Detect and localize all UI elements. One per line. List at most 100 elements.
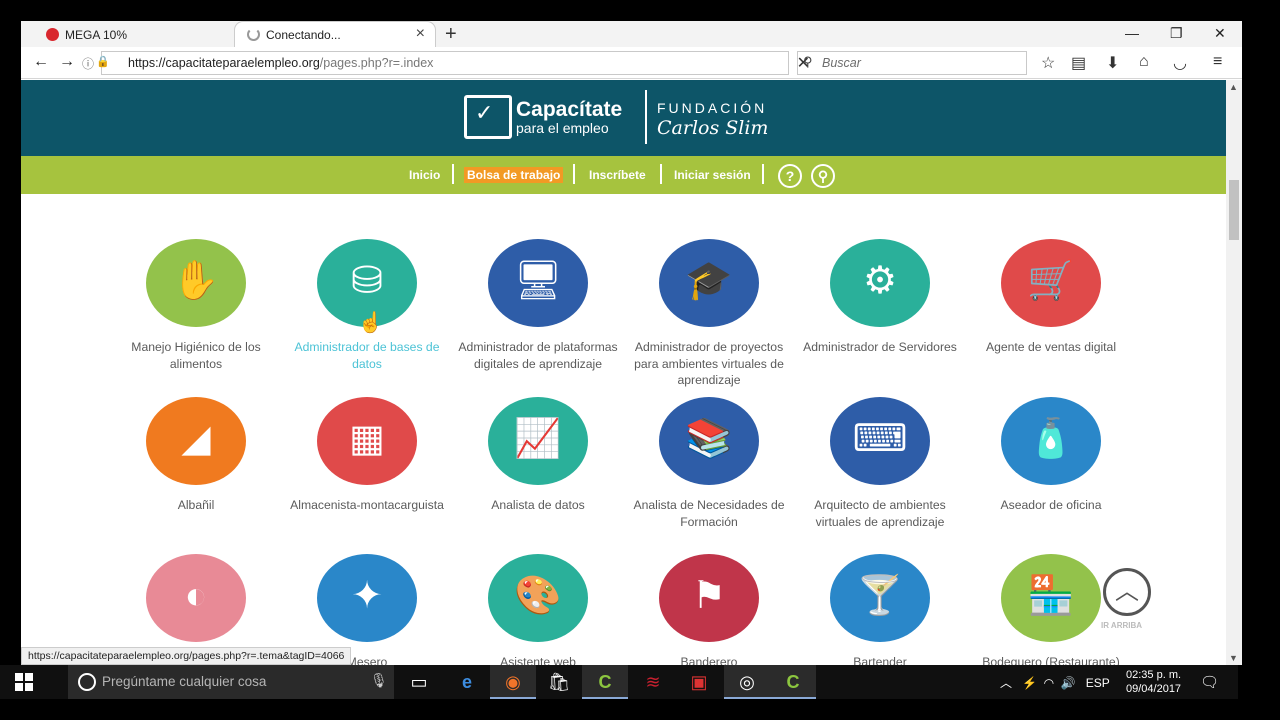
course-label[interactable]: Aseador de oficina	[966, 497, 1136, 514]
wifi-icon[interactable]: ◠	[1044, 676, 1054, 690]
course-icon-circle[interactable]: ◢	[146, 397, 246, 485]
course-icon-circle[interactable]: ✋	[146, 239, 246, 327]
course-icon-circle[interactable]: 🍸	[830, 554, 930, 642]
course-card[interactable]: 🖥 Administrador de plataformas digitales …	[453, 239, 623, 372]
volume-icon[interactable]: 🔊	[1061, 676, 1076, 690]
course-card[interactable]: ⚑ Banderero	[624, 554, 794, 665]
language-indicator[interactable]: ESP	[1086, 676, 1110, 690]
menu-bolsa-de-trabajo[interactable]: Bolsa de trabajo	[464, 167, 564, 183]
cortana-search[interactable]: Pregúntame cualquier cosa 🎙	[68, 665, 394, 699]
info-icon[interactable]: ⓘ	[82, 55, 94, 72]
notification-icon[interactable]: 🗨	[1200, 673, 1219, 691]
bookmark-star-icon[interactable]: ☆	[1041, 53, 1055, 73]
course-card[interactable]: ⚙ Administrador de Servidores	[795, 239, 965, 356]
course-label[interactable]: Almacenista-montacarguista	[282, 497, 452, 514]
course-icon-circle[interactable]: 🎨	[488, 554, 588, 642]
course-icon-circle[interactable]: ✦	[317, 554, 417, 642]
reading-list-icon[interactable]: ▤	[1071, 53, 1086, 73]
forward-icon[interactable]: →	[59, 53, 75, 71]
course-card[interactable]: ◢ Albañil	[111, 397, 281, 514]
course-card[interactable]: 🎓 Administrador de proyectos para ambient…	[624, 239, 794, 389]
search-input[interactable]: ⚲ Buscar	[797, 51, 1027, 75]
course-label[interactable]: Bodeguero (Restaurante)	[966, 654, 1136, 665]
close-icon[interactable]: ×	[416, 26, 425, 42]
url-bar[interactable]: ⓘ 🔒 https://capacitateparaelempleo.org/p…	[82, 51, 810, 75]
course-card[interactable]: ⛁ Administrador de bases de datos	[282, 239, 452, 372]
course-label[interactable]: Asistente web	[453, 654, 623, 665]
course-label[interactable]: Agente de ventas digital	[966, 339, 1136, 356]
course-card[interactable]: 📈 Analista de datos	[453, 397, 623, 514]
course-icon-circle[interactable]: ⌨	[830, 397, 930, 485]
record-icon[interactable]: ◎	[724, 665, 770, 699]
makeup-compact-icon: ◐	[184, 575, 208, 617]
course-label[interactable]: Analista de Necesidades de Formación	[624, 497, 794, 530]
course-label[interactable]: Administrador de bases de datos	[282, 339, 452, 372]
course-card[interactable]: ⌨ Arquitecto de ambientes virtuales de ap…	[795, 397, 965, 530]
menu-inscribete[interactable]: Inscríbete	[589, 168, 646, 182]
edge-icon[interactable]: e	[444, 665, 490, 699]
course-icon-circle[interactable]: 🧴	[1001, 397, 1101, 485]
course-icon-circle[interactable]: 🖥	[488, 239, 588, 327]
course-card[interactable]: 🎨 Asistente web	[453, 554, 623, 665]
course-card[interactable]: ✋ Manejo Higiénico de los alimentos	[111, 239, 281, 372]
tab-conectando[interactable]: Conectando... ×	[235, 22, 435, 47]
scrollbar-thumb[interactable]	[1229, 180, 1239, 240]
menu-icon[interactable]: ≡	[1213, 53, 1222, 71]
course-card[interactable]: 🧴 Aseador de oficina	[966, 397, 1136, 514]
store-icon[interactable]: 🛍	[536, 665, 582, 699]
new-tab-icon[interactable]: +	[445, 23, 457, 46]
back-icon[interactable]: ←	[33, 53, 49, 71]
logo-title[interactable]: Capacítate	[516, 98, 622, 122]
network-icon[interactable]: ⚡	[1022, 676, 1037, 690]
scroll-up-icon[interactable]: ▲	[1229, 82, 1238, 92]
course-icon-circle[interactable]: ▦	[317, 397, 417, 485]
course-icon-circle[interactable]: 🛒	[1001, 239, 1101, 327]
course-icon-circle[interactable]: ◐	[146, 554, 246, 642]
home-icon[interactable]: ⌂	[1139, 53, 1149, 71]
course-icon-circle[interactable]: 🏪	[1001, 554, 1101, 642]
app-icon[interactable]: ≋	[630, 665, 676, 699]
windows-start-icon[interactable]	[14, 672, 34, 692]
help-icon[interactable]: ?	[778, 164, 802, 188]
scroll-top-icon[interactable]: ︿	[1103, 568, 1151, 616]
course-icon-circle[interactable]: ⚑	[659, 554, 759, 642]
course-label[interactable]: Analista de datos	[453, 497, 623, 514]
course-label[interactable]: Manejo Higiénico de los alimentos	[111, 339, 281, 372]
pocket-icon[interactable]: ◡	[1173, 53, 1187, 73]
course-card[interactable]: ◐	[111, 554, 281, 654]
minimize-icon[interactable]: —	[1125, 25, 1139, 41]
servers-icon: ⚙	[862, 260, 898, 302]
course-label[interactable]: Banderero	[624, 654, 794, 665]
course-label[interactable]: Administrador de Servidores	[795, 339, 965, 356]
window-close-icon[interactable]: ✕	[1214, 25, 1226, 42]
course-icon-circle[interactable]: 📚	[659, 397, 759, 485]
course-label[interactable]: Administrador de plataformas digitales d…	[453, 339, 623, 372]
app-icon[interactable]: ▣	[676, 665, 722, 699]
course-icon-circle[interactable]: ⚙	[830, 239, 930, 327]
course-label[interactable]: Albañil	[111, 497, 281, 514]
chevron-up-icon[interactable]: ︿	[1000, 676, 1012, 690]
course-label[interactable]: Administrador de proyectos para ambiente…	[624, 339, 794, 389]
course-card[interactable]: ▦ Almacenista-montacarguista	[282, 397, 452, 514]
camtasia-icon[interactable]: C	[582, 665, 628, 699]
firefox-icon[interactable]: ◉	[490, 665, 536, 699]
tab-mega[interactable]: MEGA 10% ×	[37, 22, 257, 47]
menu-iniciar-sesion[interactable]: Iniciar sesión	[674, 168, 751, 182]
download-icon[interactable]: ⬇	[1106, 53, 1119, 73]
task-view-icon[interactable]: ▭	[396, 665, 442, 699]
microphone-icon[interactable]: 🎙	[370, 672, 388, 689]
course-card[interactable]: 🛒 Agente de ventas digital	[966, 239, 1136, 356]
camtasia-icon[interactable]: C	[770, 665, 816, 699]
course-label[interactable]: Bartender	[795, 654, 965, 665]
scroll-down-icon[interactable]: ▼	[1229, 653, 1238, 663]
course-icon-circle[interactable]: 🎓	[659, 239, 759, 327]
search-icon[interactable]: ⚲	[811, 164, 835, 188]
course-label[interactable]: Arquitecto de ambientes virtuales de apr…	[795, 497, 965, 530]
scrollbar[interactable]: ▲ ▼	[1226, 80, 1242, 665]
menu-inicio[interactable]: Inicio	[409, 168, 440, 182]
course-card[interactable]: 🍸 Bartender	[795, 554, 965, 665]
restore-icon[interactable]: ❐	[1170, 25, 1183, 42]
course-card[interactable]: 📚 Analista de Necesidades de Formación	[624, 397, 794, 530]
clock[interactable]: 02:35 p. m. 09/04/2017	[1126, 668, 1181, 696]
course-icon-circle[interactable]: 📈	[488, 397, 588, 485]
